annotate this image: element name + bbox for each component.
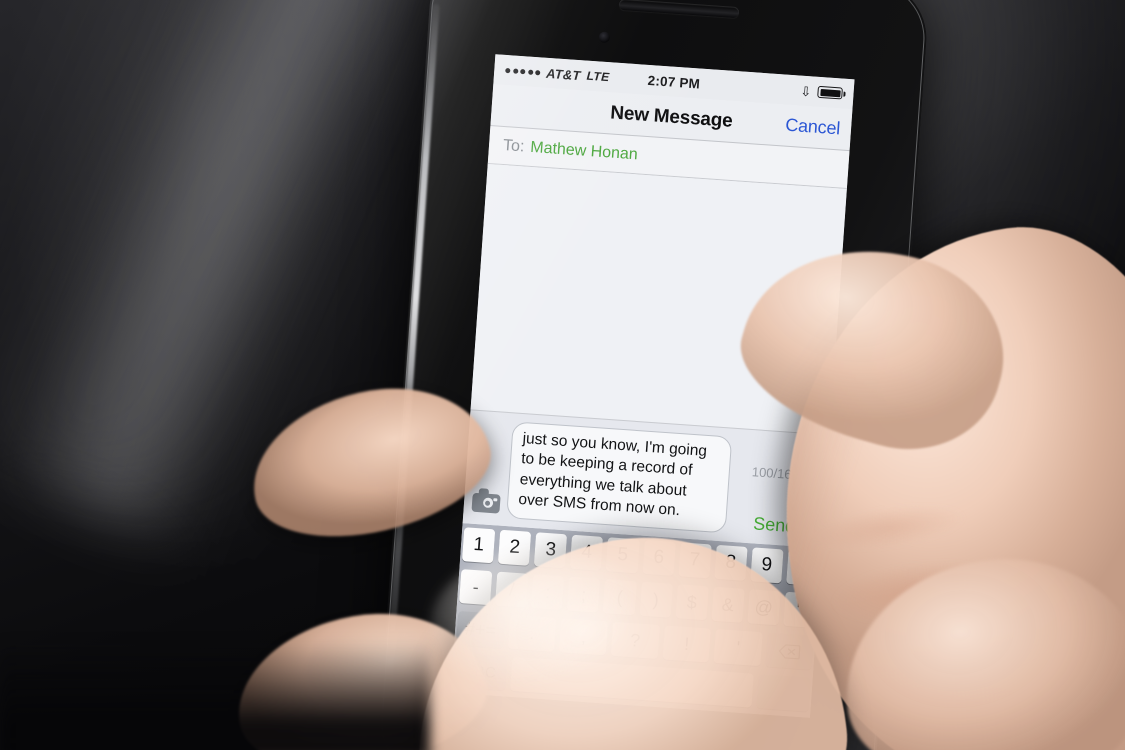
status-bar-left: AT&T LTE: [505, 62, 610, 84]
key-quote[interactable]: ": [783, 591, 817, 628]
key-paren-open[interactable]: (: [603, 579, 637, 616]
backspace-icon: [778, 643, 801, 659]
key-period[interactable]: .: [507, 614, 557, 652]
key-dollar[interactable]: $: [675, 584, 709, 621]
backspace-key[interactable]: [765, 632, 814, 670]
key-comma[interactable]: ,: [559, 618, 609, 656]
conversation-area: [470, 163, 847, 435]
key-semicolon[interactable]: ;: [567, 576, 601, 613]
background-light-streak-secondary: [0, 0, 458, 536]
key-apostrophe[interactable]: ': [713, 629, 763, 667]
key-hyphen[interactable]: -: [459, 569, 493, 606]
page-title: New Message: [609, 101, 734, 132]
key-3[interactable]: 3: [534, 532, 568, 569]
phone: AT&T LTE 2:07 PM ⇩ New Message Cancel To…: [375, 0, 931, 750]
key-abc[interactable]: ABC: [453, 652, 508, 691]
key-question[interactable]: ?: [610, 621, 660, 659]
key-9[interactable]: 9: [750, 547, 784, 584]
recipient-value[interactable]: Mathew Honan: [530, 138, 639, 163]
key-6[interactable]: 6: [642, 539, 676, 576]
key-ampersand[interactable]: &: [711, 586, 745, 623]
battery-icon: [817, 85, 843, 100]
bluetooth-icon: ⇩: [800, 83, 813, 99]
camera-icon[interactable]: [471, 488, 501, 514]
key-0[interactable]: 0: [786, 549, 820, 586]
key-8[interactable]: 8: [714, 544, 748, 581]
cancel-button[interactable]: Cancel: [785, 115, 841, 140]
character-counter: 100/160: [751, 463, 800, 482]
network-type-label: LTE: [586, 68, 611, 85]
send-button[interactable]: Send: [753, 513, 796, 537]
phone-screen: AT&T LTE 2:07 PM ⇩ New Message Cancel To…: [450, 54, 855, 718]
key-2[interactable]: 2: [498, 529, 532, 566]
carrier-label: AT&T: [545, 65, 582, 83]
photo-scene: AT&T LTE 2:07 PM ⇩ New Message Cancel To…: [0, 0, 1125, 750]
key-1[interactable]: 1: [462, 527, 496, 564]
compose-meta: 100/160 Send: [733, 437, 802, 539]
signal-strength-icon: [505, 67, 541, 75]
key-7[interactable]: 7: [678, 542, 712, 579]
key-symbols-toggle[interactable]: #+=: [456, 610, 506, 649]
key-4[interactable]: 4: [570, 534, 604, 571]
key-slash[interactable]: /: [495, 571, 529, 608]
key-exclamation[interactable]: !: [662, 625, 712, 663]
numeric-keyboard: 1 2 3 4 5 6 7 8 9 0 - / : ; () $ & @ " …: [450, 523, 822, 718]
key-at[interactable]: @: [747, 589, 781, 626]
recipient-label: To:: [502, 136, 525, 155]
message-input[interactable]: just so you know, I'm going to be keepin…: [506, 420, 733, 534]
key-5[interactable]: 5: [606, 537, 640, 574]
key-colon[interactable]: :: [531, 574, 565, 611]
status-bar-right: ⇩: [800, 83, 843, 100]
key-return[interactable]: [756, 674, 811, 712]
key-paren-close[interactable]: ): [639, 581, 673, 618]
bottom-shadow: [0, 640, 430, 750]
